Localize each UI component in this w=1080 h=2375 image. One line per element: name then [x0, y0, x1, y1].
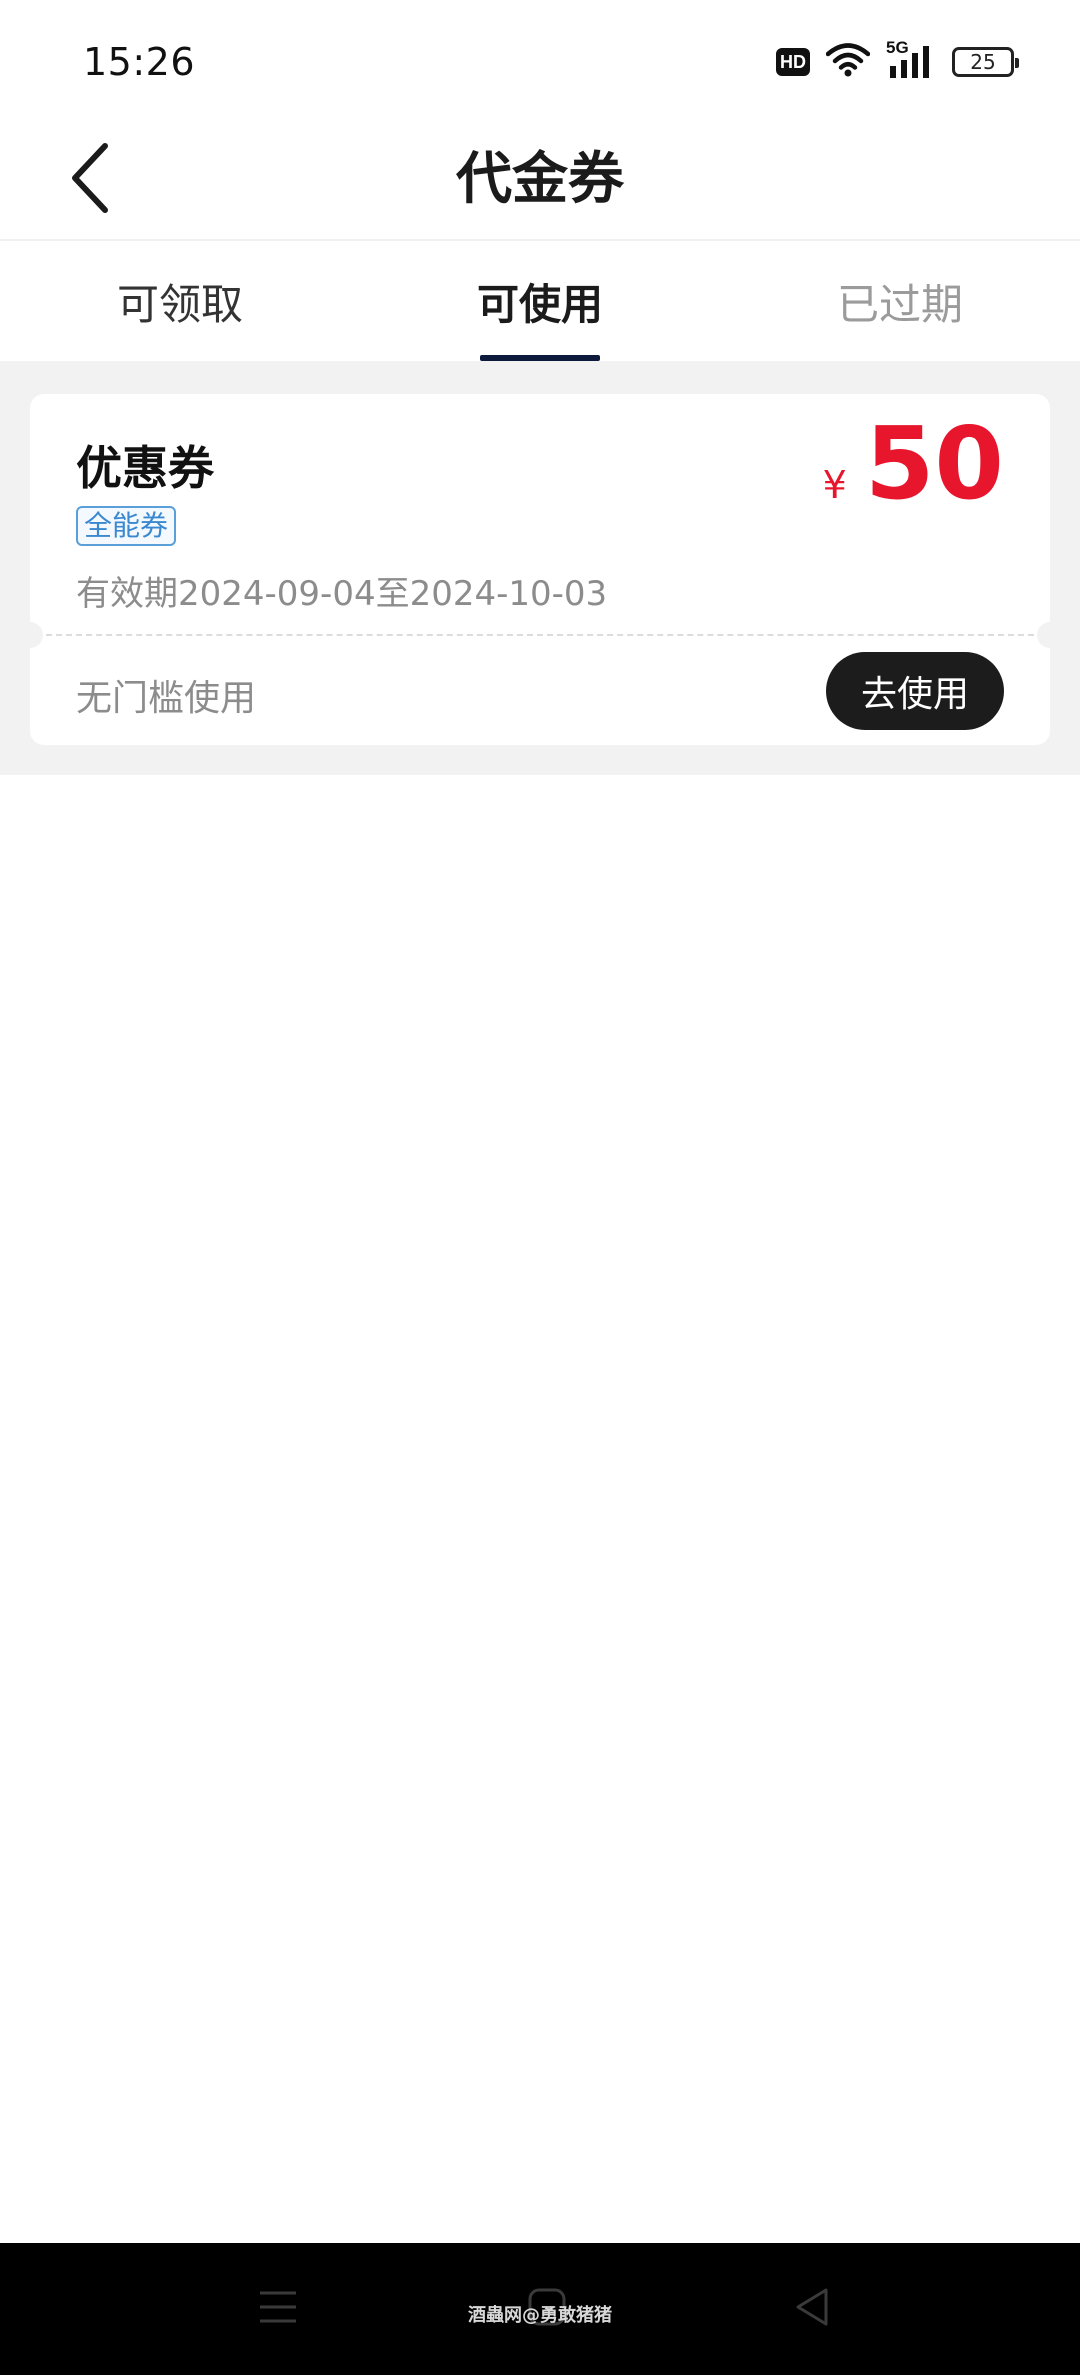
status-time: 15:26 — [83, 40, 196, 84]
currency-symbol: ¥ — [822, 463, 847, 507]
battery-icon: 25 — [952, 47, 1019, 77]
battery-level: 25 — [970, 50, 996, 74]
page-title: 代金券 — [456, 147, 624, 212]
wifi-icon — [825, 43, 871, 81]
watermark: 酒蟲网@勇敢猪猪 — [468, 2305, 612, 2326]
tab-bar: 可领取 可使用 已过期 — [0, 241, 1080, 361]
tab-label: 可领取 — [116, 279, 243, 329]
coupon-amount: ¥ 50 — [823, 414, 1004, 514]
coupon-list: 优惠券 全能券 有效期2024-09-04至2024-10-03 ¥ 50 无门… — [0, 361, 1080, 775]
hd-icon: HD — [776, 48, 810, 76]
tab-label: 已过期 — [836, 279, 963, 329]
coupon-condition: 无门槛使用 — [76, 678, 257, 719]
status-icons: HD 5G 25 — [776, 38, 1019, 82]
tab-label: 可使用 — [476, 279, 603, 329]
tab-usable[interactable]: 可使用 — [360, 241, 720, 361]
tab-claimable[interactable]: 可领取 — [0, 241, 360, 361]
coupon-divider — [46, 634, 1034, 636]
tab-expired[interactable]: 已过期 — [720, 241, 1080, 361]
coupon-notch-right — [1037, 622, 1050, 648]
chevron-left-icon — [65, 140, 115, 220]
use-coupon-button[interactable]: 去使用 — [826, 652, 1004, 730]
status-bar: 15:26 HD 5G 25 — [0, 0, 1080, 120]
coupon-notch-left — [30, 622, 43, 648]
back-button[interactable] — [40, 130, 140, 230]
coupon-type-badge: 全能券 — [76, 506, 177, 546]
coupon-card: 优惠券 全能券 有效期2024-09-04至2024-10-03 ¥ 50 无门… — [30, 394, 1050, 745]
coupon-validity: 有效期2024-09-04至2024-10-03 — [76, 574, 608, 614]
coupon-name: 优惠券 — [76, 441, 214, 495]
cellular-signal-icon: 5G — [886, 38, 936, 80]
header: 代金券 — [0, 120, 1080, 240]
coupon-value: 50 — [864, 405, 1004, 522]
